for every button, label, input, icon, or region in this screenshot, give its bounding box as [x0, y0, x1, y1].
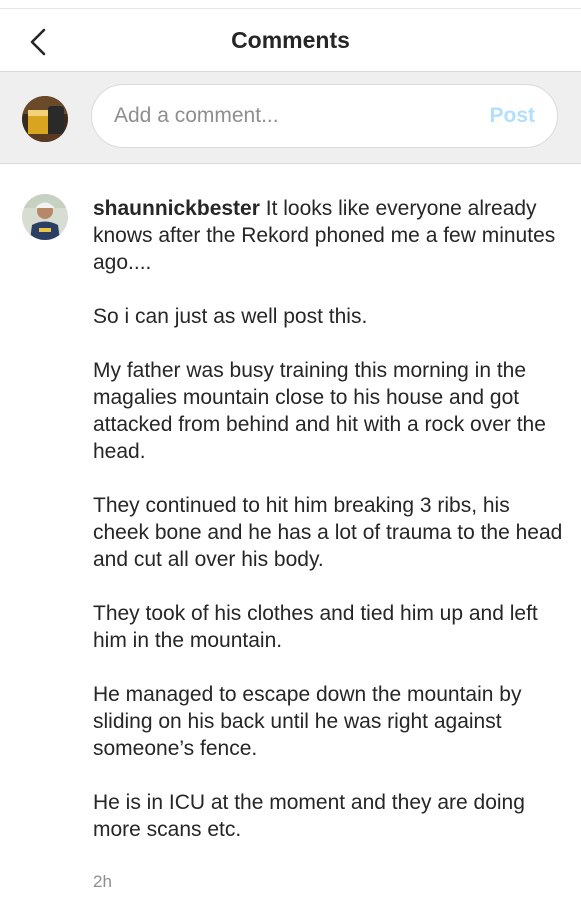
comment-input-container: Post	[91, 84, 558, 148]
comment-username[interactable]: shaunnickbester	[93, 197, 260, 220]
comment-paragraph: My father was busy training this morning…	[93, 359, 546, 463]
comment-paragraph: He managed to escape down the mountain b…	[93, 683, 522, 760]
comment-input[interactable]	[114, 85, 474, 147]
comment-composer: Post	[0, 72, 581, 164]
post-button[interactable]: Post	[489, 85, 535, 147]
status-strip	[0, 0, 581, 9]
profile-photo-icon	[22, 96, 68, 142]
comments-header: Comments	[0, 9, 581, 72]
avatar[interactable]	[22, 194, 68, 240]
comment-paragraph: They continued to hit him breaking 3 rib…	[93, 494, 563, 571]
comment-body: shaunnickbester It looks like everyone a…	[93, 195, 563, 895]
comment-timestamp: 2h	[93, 872, 112, 891]
comment-paragraph: shaunnickbester It looks like everyone a…	[93, 195, 563, 276]
comment-paragraph: He is in ICU at the moment and they are …	[93, 791, 525, 841]
my-avatar[interactable]	[22, 96, 68, 142]
comment-paragraph: So i can just as well post this.	[93, 305, 368, 328]
page-title: Comments	[231, 27, 350, 53]
profile-photo-icon	[22, 194, 68, 240]
comment-paragraph: They took of his clothes and tied him up…	[93, 602, 538, 652]
